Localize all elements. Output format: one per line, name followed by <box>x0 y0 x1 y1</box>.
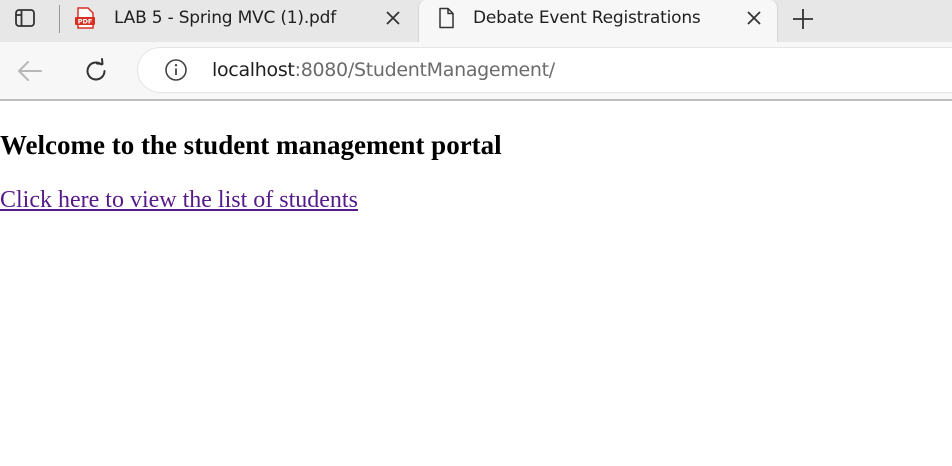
tab-title: LAB 5 - Spring MVC (1).pdf <box>114 8 337 28</box>
tab-strip: PDF LAB 5 - Spring MVC (1).pdf Debate Ev… <box>0 0 952 42</box>
close-icon <box>747 11 761 25</box>
tab-actions-icon <box>15 9 35 27</box>
address-bar[interactable]: localhost:8080/StudentManagement/ <box>138 48 952 92</box>
tab-separator <box>59 5 60 33</box>
back-arrow-icon <box>18 61 42 81</box>
reload-icon <box>86 58 106 81</box>
close-tab-button[interactable] <box>384 9 402 27</box>
new-tab-button[interactable] <box>790 6 816 32</box>
tab-title: Debate Event Registrations <box>473 8 701 28</box>
page-heading: Welcome to the student management portal <box>0 130 502 160</box>
tab-pdf[interactable]: PDF LAB 5 - Spring MVC (1).pdf <box>64 0 416 36</box>
svg-text:PDF: PDF <box>78 18 93 26</box>
reload-button[interactable] <box>80 55 112 87</box>
pdf-icon: PDF <box>75 7 95 29</box>
url-host: localhost <box>212 59 295 81</box>
url-text: localhost:8080/StudentManagement/ <box>212 59 555 81</box>
document-icon <box>439 7 454 29</box>
view-students-link[interactable]: Click here to view the list of students <box>0 187 358 214</box>
page-content: Welcome to the student management portal… <box>0 101 952 466</box>
info-icon[interactable] <box>164 58 188 82</box>
plus-icon <box>793 9 813 29</box>
back-button[interactable] <box>14 55 46 87</box>
tab-actions-button[interactable] <box>0 0 50 36</box>
close-icon <box>386 11 400 25</box>
close-tab-button[interactable] <box>745 9 763 27</box>
browser-toolbar: localhost:8080/StudentManagement/ <box>0 42 952 101</box>
url-path: :8080/StudentManagement/ <box>294 59 556 81</box>
tab-debate-event[interactable]: Debate Event Registrations <box>418 0 778 42</box>
